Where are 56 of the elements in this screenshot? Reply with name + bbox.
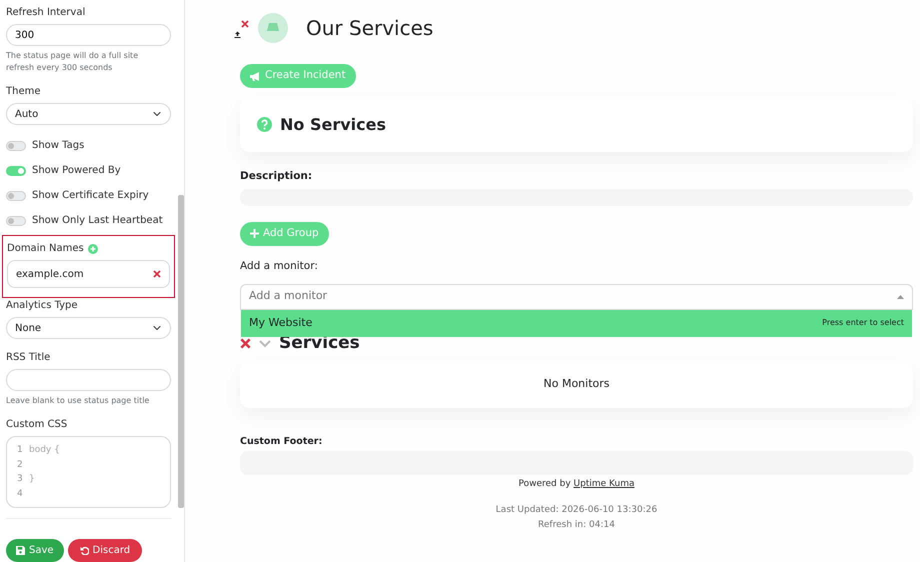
code-text: } <box>29 474 35 484</box>
theme-select[interactable]: Auto <box>6 103 171 125</box>
save-icon <box>16 546 25 555</box>
scrollbar-thumb[interactable] <box>178 195 184 508</box>
logo-icon <box>258 13 288 43</box>
code-text: body { <box>29 445 60 455</box>
line-number: 2 <box>17 458 24 472</box>
field-label: Domain Names <box>7 242 84 256</box>
rss-title-field[interactable] <box>6 369 171 391</box>
page-title: Our Services <box>306 15 434 42</box>
dropdown-option[interactable]: My Website Press enter to select <box>241 310 912 336</box>
toggle-switch[interactable] <box>6 216 26 226</box>
field-label: Add a monitor: <box>240 260 318 272</box>
option-label: My Website <box>249 314 312 331</box>
field-label: Analytics Type <box>6 299 78 313</box>
help-text: The status page will do a full site refresh every 300 seconds <box>6 50 140 74</box>
domain-text: example.com <box>16 268 84 282</box>
refresh-countdown: Refresh in: 04:14 <box>538 519 615 532</box>
powered-by-text: Powered by <box>518 478 571 489</box>
field-label: Description: <box>240 170 312 182</box>
line-number: 3 <box>17 473 24 486</box>
toggle-switch[interactable] <box>6 140 26 150</box>
field-label: Custom CSS <box>6 418 68 432</box>
last-updated-text: Last Updated: 2026-06-10 13:30:26 <box>496 504 658 518</box>
refresh-interval-field[interactable]: 300 <box>6 24 171 46</box>
uptime-kuma-link[interactable]: Uptime Kuma <box>574 478 634 489</box>
discard-button[interactable]: Discard <box>68 539 142 562</box>
field-label: RSS Title <box>6 351 50 365</box>
help-text: Leave blank to use status page title <box>6 395 150 407</box>
option-hint: Press enter to select <box>822 317 904 329</box>
field-label: Custom Footer: <box>240 436 322 446</box>
plus-icon <box>250 229 259 238</box>
remove-icon <box>241 20 249 28</box>
toggle-label: Show Certificate Expiry <box>32 189 149 203</box>
remove-icon <box>153 270 161 278</box>
field-label: Theme <box>6 85 40 99</box>
chevron-icon <box>259 340 271 348</box>
undo-icon <box>80 546 89 555</box>
toggle-label: Show Powered By <box>32 164 121 178</box>
megaphone-icon <box>250 72 261 80</box>
field-label: Refresh Interval <box>6 6 86 20</box>
caret-icon <box>897 294 904 298</box>
analytics-type-select[interactable]: None <box>6 317 171 339</box>
add-icon <box>88 244 98 254</box>
empty-text: No Monitors <box>544 376 610 392</box>
question-icon <box>257 117 272 132</box>
upload-icon <box>234 31 241 38</box>
line-number: 4 <box>17 488 24 500</box>
remove-icon <box>240 338 251 349</box>
toggle-label: Show Only Last Heartbeat <box>32 214 163 228</box>
toggle-label: Show Tags <box>32 139 84 153</box>
line-number: 1 <box>17 444 24 457</box>
domain-field[interactable]: example.com <box>7 260 170 288</box>
section-title: No Services <box>280 114 386 136</box>
toggle-switch[interactable] <box>6 190 26 200</box>
toggle-switch[interactable] <box>6 166 26 176</box>
